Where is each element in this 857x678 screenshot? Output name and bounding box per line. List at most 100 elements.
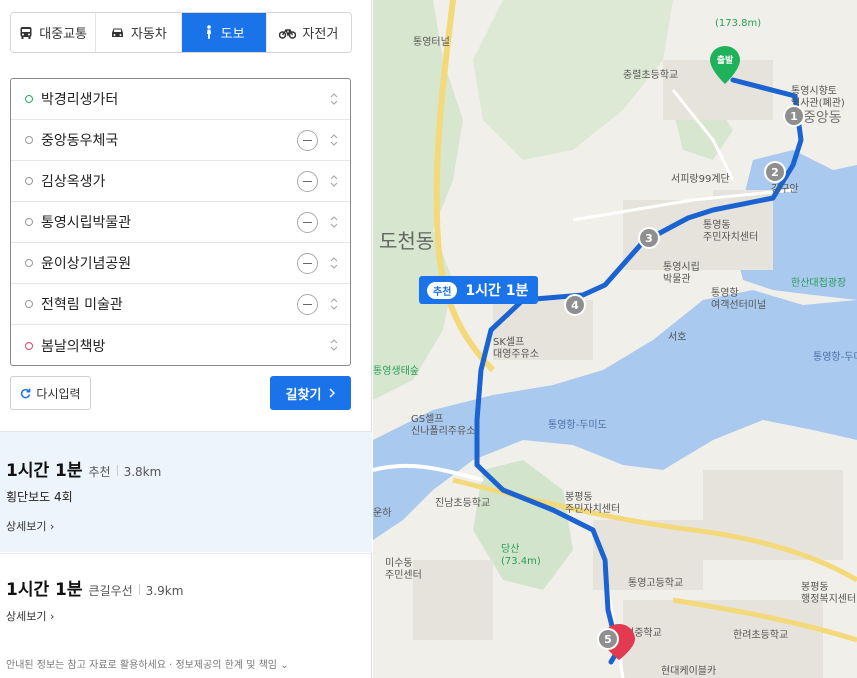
disclaimer-text: 안내된 정보는 참고 자료로 활용하세요 · 정보제공의 한계 및 책임 [6,660,277,671]
drag-handle-icon[interactable] [330,174,338,188]
route-distance: 3.8km [123,465,162,479]
minus-icon [303,262,312,265]
stop-label[interactable]: 박경리생가터 [41,89,350,109]
chevron-right-icon: › [49,520,55,533]
drag-handle-icon[interactable] [330,92,338,106]
disclaimer[interactable]: 안내된 정보는 참고 자료로 활용하세요 · 정보제공의 한계 및 책임 ⌄ [6,656,289,671]
remove-stop-button[interactable] [297,294,318,315]
bus-icon [20,26,32,39]
waypoint-number: 4 [571,299,579,312]
map-label-docheon: 도천동 [379,229,434,253]
tab-transit[interactable]: 대중교통 [11,13,97,52]
separator [138,584,140,595]
map-label-hansan: 한산대첩광장 [791,277,846,289]
map-label-ferry: 통영항-두미도 [548,419,607,431]
map-label-cable: 현대케이블카 [661,665,716,677]
drag-handle-icon[interactable] [330,297,338,311]
route-summary: 1시간 1분 추천 3.8km [6,456,161,481]
route-summary: 1시간 1분 큰길우선 3.9km [6,575,183,600]
stop-waypoint[interactable]: 통영시립박물관 [11,202,350,243]
drag-handle-icon[interactable] [330,256,338,270]
map-label-gangguan: 강구안 [771,183,799,195]
reset-button[interactable]: 다시입력 [10,376,91,410]
waypoint-dot-icon [25,136,33,144]
waypoint-dot-icon [25,218,33,226]
map-label-seoho: 서호 [668,331,686,343]
map-label-unha: 운하 [373,506,391,519]
map-label-tyhigh: 통영고등학교 [628,577,683,589]
stop-start[interactable]: 박경리생가터 [11,79,350,120]
map-label-bongpyeong: 봉평동 주민자치센터 [565,491,620,515]
stop-destination[interactable]: 봄날의책방 [11,325,350,366]
stop-waypoint[interactable]: 김상옥생가 [11,161,350,202]
find-route-label: 길찾기 [285,387,322,403]
waypoint-number: 1 [790,110,798,123]
badge-time: 1시간 1분 [465,283,529,299]
drag-handle-icon[interactable] [330,338,338,352]
waypoint-marker[interactable]: 1 [783,105,805,127]
stop-waypoint[interactable]: 중앙동우체국 [11,120,350,161]
waypoint-dot-icon [25,300,33,308]
map-label-forest: 통영생태숲 [373,365,419,377]
tab-bicycle[interactable]: 자전거 [266,13,351,52]
waypoint-marker[interactable]: 5 [597,628,619,650]
waypoint-dot-icon [25,177,33,185]
minus-icon [303,221,312,224]
start-dot-icon [25,95,33,103]
waypoint-dot-icon [25,259,33,267]
tab-label: 자동차 [130,27,167,42]
separator [116,465,118,476]
remove-stop-button[interactable] [297,253,318,274]
tab-label: 도보 [220,27,245,42]
details-label: 상세보기 [6,610,47,623]
tab-walk[interactable]: 도보 [181,13,267,52]
remove-stop-button[interactable] [297,130,318,151]
drag-handle-icon[interactable] [330,133,338,147]
chevron-right-icon [329,388,336,398]
route-time-badge[interactable]: 추천 1시간 1분 [419,276,539,304]
map-label-jungang: 중앙동 [803,110,842,126]
bicycle-icon [279,28,297,39]
route-details-link[interactable]: 상세보기 › [6,608,54,624]
badge-tag: 추천 [427,281,458,299]
remove-stop-button[interactable] [297,171,318,192]
map-label-ferry2: 통영항-두미도 [813,351,857,363]
route-detail: 횡단보도 4회 [6,490,73,504]
route-tag: 추천 [88,465,111,479]
map-label-summit: (173.8m) [715,18,761,29]
route-details-link[interactable]: 상세보기 › [6,518,54,534]
map-label-school: 충렬초등학교 [623,68,678,81]
map-view[interactable]: 통영터널 충렬초등학교 서피랑99계단 강구안 도천동 중앙동 (173.8m)… [373,0,857,678]
minus-icon [303,139,312,142]
route-time: 1시간 1분 [6,461,83,481]
stop-label[interactable]: 봄날의책방 [41,336,350,356]
waypoint-number: 3 [645,232,653,245]
map-label-tunnel: 통영터널 [413,36,450,48]
chevron-down-icon: ⌄ [280,660,289,671]
waypoint-number: 2 [771,166,779,179]
find-route-button[interactable]: 길찾기 [270,376,351,410]
waypoint-marker[interactable]: 3 [638,227,660,249]
route-option-main-road[interactable]: 1시간 1분 큰길우선 3.9km 상세보기 › [0,553,372,643]
start-pin-label: 출발 [717,54,734,66]
reset-label: 다시입력 [36,386,81,401]
tab-car[interactable]: 자동차 [96,13,182,52]
car-icon [111,28,123,37]
waypoint-marker[interactable]: 4 [564,294,586,316]
route-stops-list: 박경리생가터 중앙동우체국 김상옥생가 통영시립박물관 윤이상기념공원 전혁림 … [10,78,351,366]
tab-label: 대중교통 [39,27,88,42]
route-distance: 3.9km [145,584,184,598]
stop-waypoint[interactable]: 전혁림 미술관 [11,284,350,325]
waypoint-number: 5 [604,633,612,646]
waypoint-marker[interactable]: 2 [764,161,786,183]
destination-dot-icon [25,341,33,350]
map-label-bongpyeong2: 봉평동 행정복지센터 [801,581,856,605]
walk-icon [206,25,211,39]
drag-handle-icon[interactable] [330,215,338,229]
refresh-icon [21,388,31,398]
stop-waypoint[interactable]: 윤이상기념공원 [11,243,350,284]
route-option-recommended[interactable]: 1시간 1분 추천 3.8km 횡단보도 4회 상세보기 › [0,432,372,552]
transport-mode-tabs: 대중교통 자동차 도보 자전거 [10,12,352,53]
remove-stop-button[interactable] [297,212,318,233]
tab-label: 자전거 [302,27,339,42]
